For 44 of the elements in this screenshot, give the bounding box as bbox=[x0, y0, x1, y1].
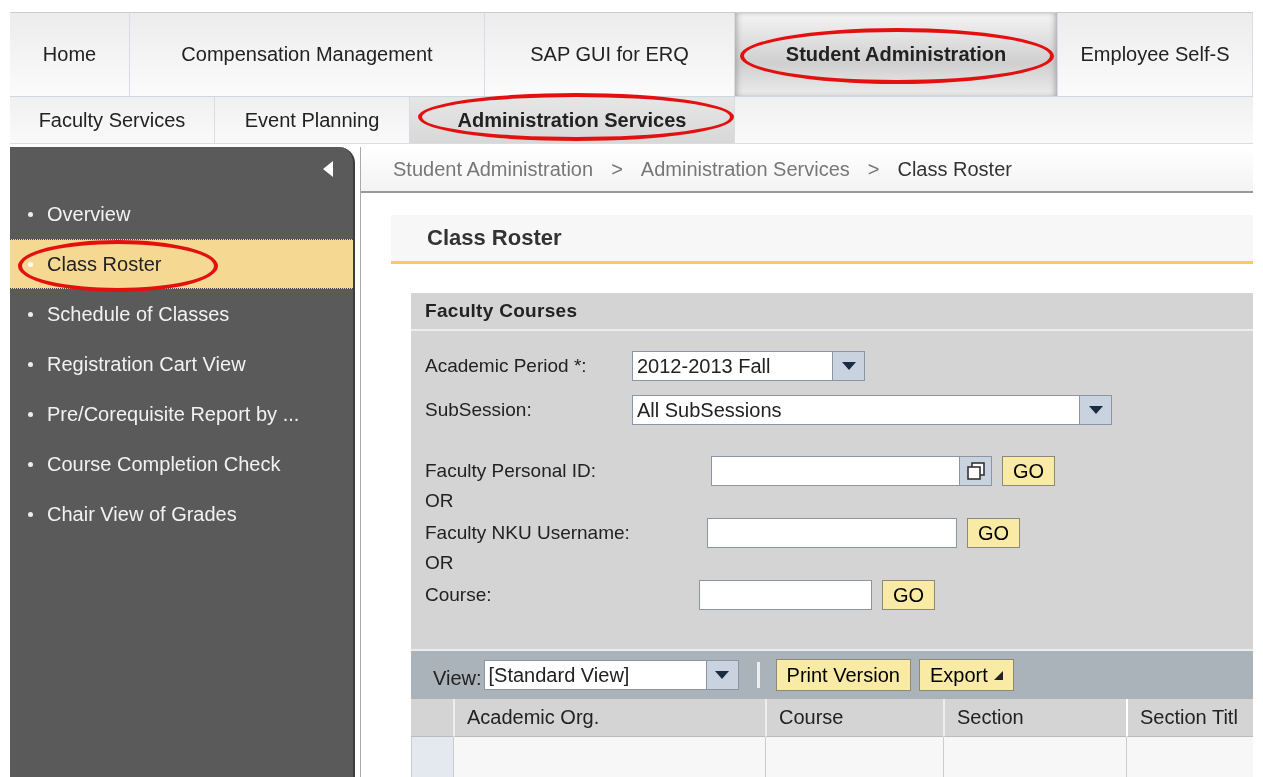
top-tab[interactable]: Employee Self-S bbox=[1058, 13, 1253, 96]
sidebar-item[interactable]: Registration Cart View bbox=[10, 339, 353, 389]
top-tab[interactable]: Student Administration bbox=[735, 13, 1058, 96]
view-label: View: bbox=[433, 666, 482, 690]
sub-tab[interactable]: Faculty Services bbox=[10, 97, 215, 143]
field-label: Course: bbox=[425, 584, 493, 607]
top-tab[interactable]: Compensation Management bbox=[130, 13, 485, 96]
sidebar-item[interactable]: Chair View of Grades bbox=[10, 489, 353, 539]
input-field[interactable] bbox=[699, 580, 872, 611]
toolbar-button[interactable]: Print Version bbox=[775, 659, 911, 692]
sidebar-item[interactable]: Pre/Corequisite Report by ... bbox=[10, 389, 353, 439]
input-field[interactable] bbox=[707, 518, 957, 549]
breadcrumb-item: Class Roster bbox=[897, 157, 1012, 181]
top-tab[interactable]: Home bbox=[10, 13, 130, 96]
panel-title: Faculty Courses bbox=[411, 293, 1253, 332]
sidebar-item[interactable]: Overview bbox=[10, 189, 353, 239]
field-label: Academic Period *: bbox=[425, 355, 588, 378]
breadcrumb-separator: > bbox=[867, 157, 880, 181]
dropdown-arrow-icon bbox=[715, 671, 730, 680]
field-label: SubSession: bbox=[425, 399, 533, 422]
dropdown-arrow-icon bbox=[1088, 406, 1103, 415]
field-label: Faculty Personal ID: bbox=[425, 460, 598, 483]
sidebar-item[interactable]: Course Completion Check bbox=[10, 439, 353, 489]
or-text: OR bbox=[425, 552, 455, 575]
breadcrumb-item[interactable]: Student Administration bbox=[393, 157, 594, 181]
breadcrumb-item[interactable]: Administration Services bbox=[640, 157, 850, 181]
sidebar-item[interactable]: Class Roster bbox=[10, 239, 353, 289]
go-button[interactable]: GO bbox=[1002, 456, 1056, 487]
page-title: Class Roster bbox=[391, 215, 1253, 264]
value-help-icon[interactable] bbox=[965, 461, 986, 482]
dropdown-field[interactable]: All SubSessions bbox=[632, 395, 1112, 426]
breadcrumb-separator: > bbox=[611, 157, 623, 181]
go-button[interactable]: GO bbox=[882, 580, 936, 611]
field-label: Faculty NKU Username: bbox=[425, 522, 631, 545]
input-field[interactable] bbox=[711, 456, 992, 487]
dropdown-field[interactable]: 2012-2013 Fall bbox=[632, 351, 865, 382]
go-button[interactable]: GO bbox=[967, 518, 1021, 549]
sidebar-item[interactable]: Schedule of Classes bbox=[10, 289, 353, 339]
top-tab[interactable]: SAP GUI for ERQ bbox=[485, 13, 735, 96]
menu-button[interactable]: Export bbox=[918, 659, 1014, 692]
menu-arrow-icon bbox=[993, 670, 1003, 680]
view-dropdown[interactable]: [Standard View] bbox=[483, 660, 739, 691]
dropdown-arrow-icon bbox=[841, 362, 856, 371]
or-text: OR bbox=[425, 490, 455, 513]
